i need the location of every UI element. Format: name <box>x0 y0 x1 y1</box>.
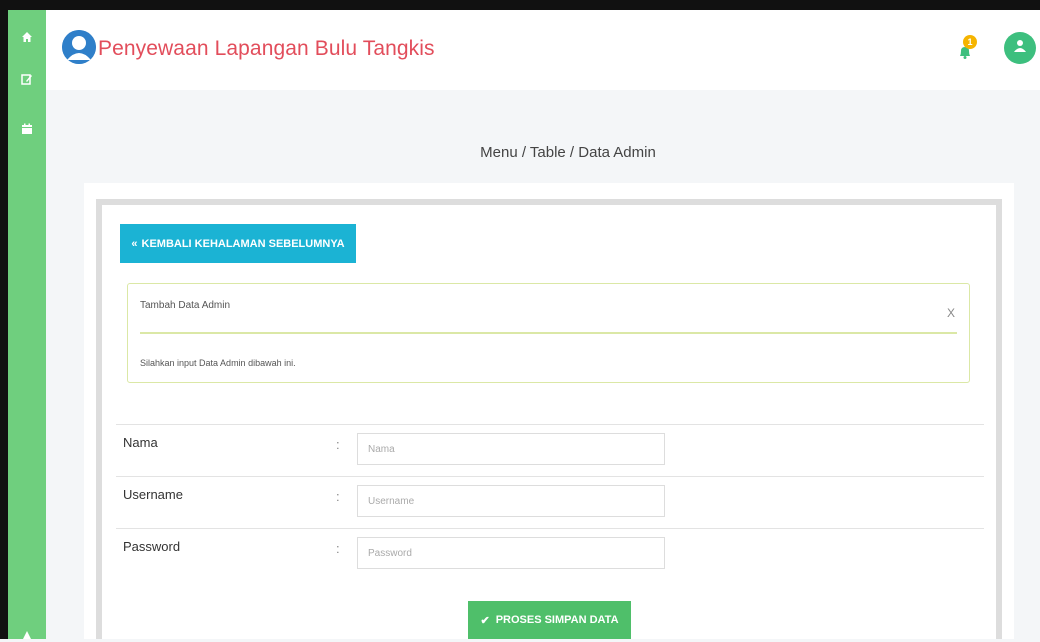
alert-title: Tambah Data Admin <box>140 300 231 311</box>
more-icon[interactable] <box>20 628 34 642</box>
field-separator: : <box>336 541 340 556</box>
password-input[interactable] <box>357 537 665 569</box>
home-icon[interactable] <box>20 30 34 44</box>
alert-message: Silahkan input Data Admin dibawah ini. <box>140 358 296 368</box>
form-row-password: Password : <box>116 528 984 581</box>
notification-badge: 1 <box>963 35 977 49</box>
sidebar <box>8 10 46 639</box>
window-frame-left <box>0 0 8 639</box>
username-label: Username <box>123 487 183 502</box>
form-row-username: Username : <box>116 476 984 529</box>
save-button[interactable]: ✔ PROSES SIMPAN DATA <box>468 601 631 639</box>
username-input[interactable] <box>357 485 665 517</box>
field-separator: : <box>336 489 340 504</box>
save-button-label: PROSES SIMPAN DATA <box>495 614 619 626</box>
calendar-icon[interactable] <box>20 122 34 136</box>
edit-icon[interactable] <box>20 72 34 86</box>
nama-input[interactable] <box>357 433 665 465</box>
password-label: Password <box>123 539 181 554</box>
field-separator: : <box>336 437 340 452</box>
check-icon: ✔ <box>480 614 490 627</box>
nama-label: Nama <box>123 435 158 450</box>
back-button[interactable]: « KEMBALI KEHALAMAN SEBELUMNYA <box>120 224 356 263</box>
user-menu-button[interactable] <box>1004 32 1036 64</box>
top-navbar: Penyewaan Lapangan Bulu Tangkis 1 <box>46 10 1040 90</box>
alert-divider <box>140 332 957 334</box>
info-alert: Tambah Data Admin X Silahkan input Data … <box>127 283 970 383</box>
user-icon <box>1013 39 1027 58</box>
double-chevron-left-icon: « <box>131 237 138 250</box>
alert-close-button[interactable]: X <box>947 306 955 320</box>
window-frame-top <box>0 0 1040 10</box>
form-row-nama: Nama : <box>116 424 984 477</box>
app-logo <box>62 30 96 64</box>
app-title: Penyewaan Lapangan Bulu Tangkis <box>98 37 435 60</box>
breadcrumb: Menu / Table / Data Admin <box>480 144 656 161</box>
back-button-label: KEMBALI KEHALAMAN SEBELUMNYA <box>141 237 345 250</box>
